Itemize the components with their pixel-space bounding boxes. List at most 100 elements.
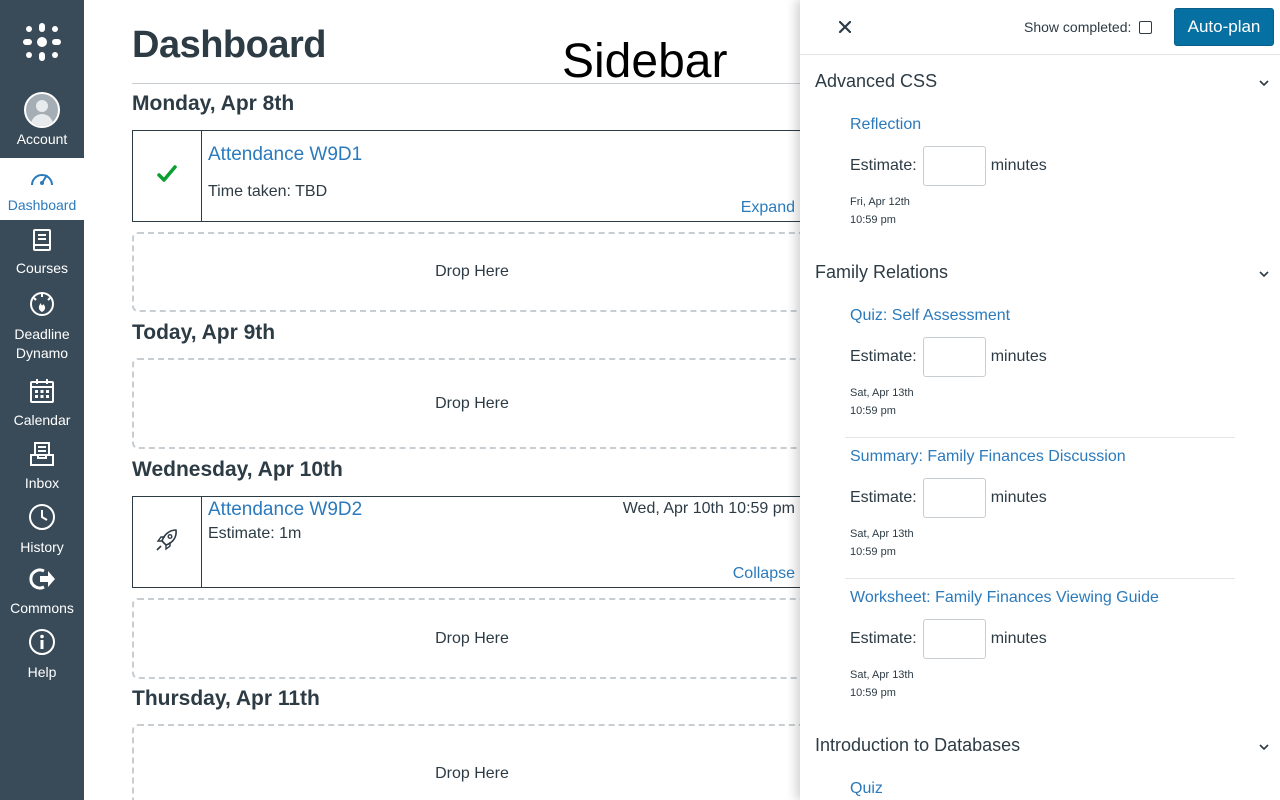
calendar-icon (29, 378, 55, 409)
close-icon[interactable] (834, 16, 856, 38)
estimate-row: Estimate: minutes (850, 337, 1047, 377)
task-due: Sat, Apr 13th 10:59 pm (850, 666, 914, 702)
global-nav: Account Dashboard Courses Deadline Dynam… (0, 0, 84, 800)
chevron-down-icon (1258, 73, 1270, 94)
commons-arrow-icon (28, 566, 56, 597)
chevron-down-icon (1258, 737, 1270, 758)
account-avatar-icon (24, 92, 60, 128)
title-divider (132, 83, 800, 84)
task-due: Fri, Apr 12th 10:59 pm (850, 193, 910, 229)
checkmark-icon (157, 164, 177, 188)
dashboard-main: Dashboard Sidebar Monday, Apr 8th Attend… (84, 0, 800, 800)
course-name: Introduction to Databases (815, 735, 1021, 755)
task-due-date: Sat, Apr 13th (850, 528, 914, 540)
course-name: Advanced CSS (815, 71, 938, 91)
nav-inbox[interactable]: Inbox (0, 441, 84, 497)
rocket-icon (154, 527, 180, 558)
day-heading-wednesday: Wednesday, Apr 10th (132, 458, 343, 481)
inbox-icon (29, 441, 55, 472)
deadline-dynamo-icon (28, 290, 56, 323)
nav-history-label: History (20, 539, 64, 555)
show-completed-label: Show completed: (1024, 19, 1132, 35)
sidebar-caption: Sidebar (562, 35, 728, 88)
card-subtitle: Estimate: 1m (208, 525, 302, 542)
task-divider (845, 578, 1235, 579)
nav-commons-label: Commons (10, 600, 74, 616)
nav-help-label: Help (27, 664, 57, 680)
show-completed-checkbox[interactable] (1139, 20, 1153, 34)
day-heading-monday: Monday, Apr 8th (132, 92, 295, 115)
help-info-icon (28, 628, 56, 661)
task-due-time: 10:59 pm (850, 214, 896, 226)
courses-book-icon (31, 228, 53, 257)
task-link[interactable]: Summary: Family Finances Discussion (850, 448, 1126, 466)
task-due-time: 10:59 pm (850, 405, 896, 417)
card-due-date: Wed, Apr 10th 10:59 pm (622, 500, 795, 517)
card-icon-cell (133, 131, 202, 221)
task-due-date: Fri, Apr 12th (850, 196, 910, 208)
nav-courses-label: Courses (15, 260, 69, 276)
estimate-input[interactable] (922, 146, 986, 186)
chevron-down-icon (1258, 264, 1270, 285)
task-link[interactable]: Quiz: Self Assessment (850, 307, 1010, 325)
card-icon-cell (133, 497, 202, 587)
card-title-link[interactable]: Attendance W9D2 (208, 499, 362, 521)
nav-deadline-dynamo[interactable]: Deadline Dynamo (0, 290, 84, 366)
minutes-label: minutes (990, 157, 1047, 174)
course-name: Family Relations (815, 262, 949, 282)
minutes-label: minutes (990, 630, 1047, 647)
task-due-date: Sat, Apr 13th (850, 387, 914, 399)
estimate-label: Estimate: (850, 157, 917, 174)
nav-account[interactable]: Account (0, 92, 84, 158)
planner-sidebar: Show completed: Auto-plan Advanced CSS R… (800, 0, 1280, 800)
nav-help[interactable]: Help (0, 628, 84, 684)
task-link[interactable]: Worksheet: Family Finances Viewing Guide (850, 589, 1159, 607)
task-due-time: 10:59 pm (850, 546, 896, 558)
dashboard-gauge-icon (29, 167, 55, 194)
nav-account-label: Account (16, 131, 68, 147)
collapse-link[interactable]: Collapse (733, 565, 795, 583)
planner-card-attendance-w9d1: Attendance W9D1 Time taken: TBD Expand (132, 130, 800, 222)
sidebar-header-divider (800, 54, 1280, 55)
day-heading-today: Today, Apr 9th (132, 321, 276, 344)
task-link[interactable]: Quiz (850, 780, 883, 798)
nav-commons[interactable]: Commons (0, 566, 84, 622)
estimate-label: Estimate: (850, 348, 917, 365)
estimate-row: Estimate: minutes (850, 619, 1047, 659)
nav-dashboard[interactable]: Dashboard (0, 158, 84, 220)
page-title: Dashboard (132, 24, 326, 66)
nav-inbox-label: Inbox (24, 475, 60, 491)
drop-zone[interactable]: Drop Here (132, 724, 800, 800)
task-link[interactable]: Reflection (850, 116, 921, 134)
nav-courses[interactable]: Courses (0, 228, 84, 284)
estimate-input[interactable] (922, 478, 986, 518)
show-completed-toggle[interactable]: Show completed: (1024, 19, 1153, 35)
estimate-input[interactable] (922, 337, 986, 377)
task-due: Sat, Apr 13th 10:59 pm (850, 384, 914, 420)
task-due-date: Sat, Apr 13th (850, 669, 914, 681)
estimate-input[interactable] (922, 619, 986, 659)
drop-zone[interactable]: Drop Here (132, 232, 800, 312)
minutes-label: minutes (990, 489, 1047, 506)
expand-link[interactable]: Expand (741, 199, 795, 217)
course-header-family-relations[interactable]: Family Relations (815, 262, 1270, 283)
canvas-logo-icon[interactable] (0, 0, 84, 84)
course-header-advanced-css[interactable]: Advanced CSS (815, 71, 1270, 92)
estimate-row: Estimate: minutes (850, 478, 1047, 518)
auto-plan-button[interactable]: Auto-plan (1174, 8, 1274, 46)
card-subtitle: Time taken: TBD (208, 183, 328, 200)
drop-zone[interactable]: Drop Here (132, 358, 800, 449)
nav-deadline-dynamo-label: Deadline Dynamo (14, 326, 70, 361)
nav-history[interactable]: History (0, 503, 84, 559)
drop-zone[interactable]: Drop Here (132, 598, 800, 679)
task-due: Sat, Apr 13th 10:59 pm (850, 525, 914, 561)
day-heading-thursday: Thursday, Apr 11th (132, 687, 320, 710)
task-divider (845, 437, 1235, 438)
nav-dashboard-label: Dashboard (7, 197, 77, 213)
course-header-introduction-to-databases[interactable]: Introduction to Databases (815, 735, 1270, 756)
card-title-link[interactable]: Attendance W9D1 (208, 144, 362, 166)
task-due-time: 10:59 pm (850, 687, 896, 699)
history-clock-icon (28, 503, 56, 536)
estimate-row: Estimate: minutes (850, 146, 1047, 186)
nav-calendar[interactable]: Calendar (0, 378, 84, 434)
